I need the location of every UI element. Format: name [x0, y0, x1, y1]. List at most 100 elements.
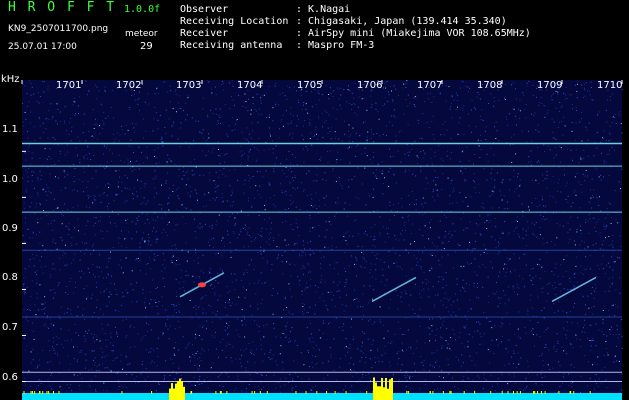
noise-pixel — [467, 377, 469, 379]
noise-pixel — [75, 332, 77, 334]
noise-pixel — [506, 312, 508, 314]
noise-pixel — [612, 246, 614, 248]
noise-pixel — [363, 257, 365, 259]
noise-pixel — [584, 247, 585, 249]
noise-pixel — [527, 310, 529, 312]
noise-pixel — [95, 170, 97, 172]
noise-pixel — [192, 275, 194, 277]
noise-pixel — [54, 292, 56, 294]
noise-pixel — [449, 195, 451, 197]
noise-pixel — [541, 218, 543, 220]
noise-pixel — [126, 386, 128, 388]
noise-pixel — [110, 251, 111, 253]
noise-pixel — [473, 285, 475, 287]
noise-pixel — [134, 93, 135, 95]
noise-pixel — [360, 391, 361, 393]
noise-pixel — [189, 195, 191, 197]
noise-pixel — [73, 292, 74, 294]
noise-pixel — [210, 268, 211, 269]
noise-pixel — [483, 207, 485, 209]
noise-pixel — [312, 386, 314, 388]
noise-pixel — [88, 91, 90, 93]
noise-pixel — [415, 347, 417, 349]
noise-pixel — [423, 369, 425, 371]
noise-pixel — [260, 344, 262, 346]
noise-pixel — [553, 137, 555, 139]
noise-pixel — [333, 295, 335, 296]
noise-pixel — [246, 233, 248, 235]
noise-pixel — [127, 159, 129, 161]
noise-pixel — [249, 149, 251, 151]
noise-pixel — [358, 96, 360, 98]
noise-pixel — [289, 199, 291, 201]
noise-pixel — [471, 251, 473, 253]
noise-pixel — [586, 337, 588, 339]
noise-pixel — [441, 256, 443, 258]
noise-pixel — [149, 303, 151, 305]
noise-pixel — [429, 333, 431, 335]
noise-pixel — [513, 230, 515, 232]
noise-pixel — [117, 373, 119, 374]
noise-pixel — [285, 326, 287, 328]
noise-pixel — [379, 216, 381, 218]
noise-pixel — [477, 92, 479, 93]
noise-pixel — [206, 376, 208, 378]
noise-pixel — [285, 166, 287, 168]
noise-pixel — [594, 374, 596, 376]
noise-pixel — [621, 168, 623, 170]
noise-pixel — [462, 362, 464, 364]
noise-pixel — [189, 196, 191, 198]
noise-pixel — [79, 140, 81, 142]
noise-pixel — [117, 336, 118, 337]
noise-pixel — [447, 359, 449, 361]
noise-pixel — [219, 162, 221, 164]
noise-pixel — [122, 386, 124, 388]
noise-pixel — [285, 329, 287, 331]
noise-pixel — [38, 101, 40, 103]
noise-pixel — [467, 340, 469, 342]
noise-pixel — [596, 113, 598, 115]
noise-pixel — [192, 344, 194, 346]
noise-pixel — [530, 294, 532, 296]
noise-pixel — [268, 357, 270, 358]
noise-pixel — [603, 334, 605, 336]
activity-spike — [220, 391, 222, 394]
noise-pixel — [548, 283, 550, 284]
noise-pixel — [43, 81, 45, 83]
noise-pixel — [610, 217, 612, 219]
noise-pixel — [306, 282, 308, 284]
noise-pixel — [229, 108, 231, 110]
noise-pixel — [471, 359, 473, 361]
noise-pixel — [571, 385, 573, 387]
noise-pixel — [397, 150, 399, 152]
noise-pixel — [242, 286, 244, 288]
noise-pixel — [309, 230, 311, 232]
noise-pixel — [22, 125, 24, 127]
noise-pixel — [411, 191, 413, 192]
noise-pixel — [310, 341, 312, 343]
noise-pixel — [83, 243, 85, 245]
noise-pixel — [542, 199, 543, 201]
y-tick-label: 1.0 — [2, 174, 18, 185]
noise-pixel — [87, 94, 88, 96]
noise-pixel — [529, 274, 531, 276]
noise-pixel — [206, 320, 208, 322]
noise-pixel — [594, 290, 596, 292]
noise-pixel — [461, 267, 463, 269]
noise-pixel — [537, 296, 539, 298]
noise-pixel — [155, 175, 157, 177]
noise-pixel — [57, 285, 59, 287]
noise-pixel — [583, 327, 584, 329]
noise-pixel — [401, 216, 403, 218]
noise-pixel — [114, 326, 116, 328]
noise-pixel — [453, 99, 455, 101]
noise-pixel — [117, 186, 119, 188]
noise-pixel — [554, 392, 556, 394]
noise-pixel — [612, 235, 614, 236]
noise-pixel — [613, 361, 615, 363]
noise-pixel — [480, 119, 482, 120]
noise-pixel — [485, 139, 487, 140]
noise-pixel — [99, 133, 101, 135]
datetime-label: 25.07.01 17:00 — [8, 42, 77, 52]
noise-pixel — [329, 150, 331, 152]
